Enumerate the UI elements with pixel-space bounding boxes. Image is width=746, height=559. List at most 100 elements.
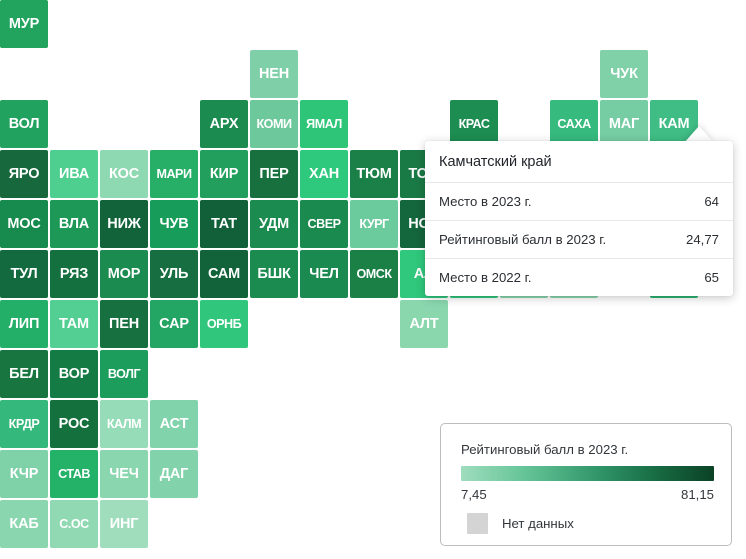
map-tile-label: УДМ bbox=[258, 215, 290, 232]
map-tile[interactable]: КОС bbox=[100, 150, 148, 198]
map-tile[interactable]: ЯМАЛ bbox=[300, 100, 348, 148]
map-tile-label: МОС bbox=[7, 215, 41, 232]
map-tile-label: ТЮМ bbox=[356, 165, 392, 182]
tooltip-row: Место в 2022 г. 65 bbox=[425, 259, 733, 296]
map-tile[interactable]: АСТ bbox=[150, 400, 198, 448]
tooltip-row-key: Место в 2022 г. bbox=[439, 270, 532, 285]
map-tile[interactable]: НИЖ bbox=[100, 200, 148, 248]
map-tile-label: БШК bbox=[257, 265, 291, 282]
map-tile[interactable]: КУРГ bbox=[350, 200, 398, 248]
map-tile[interactable]: МАРИ bbox=[150, 150, 198, 198]
tooltip-rows: Место в 2023 г. 64 Рейтинговый балл в 2023… bbox=[425, 183, 733, 296]
map-tile[interactable]: ЧУВ bbox=[150, 200, 198, 248]
tooltip-title: Камчатский край bbox=[425, 141, 733, 183]
map-tile[interactable]: РОС bbox=[50, 400, 98, 448]
map-tile-label: САХА bbox=[557, 116, 591, 131]
map-tile[interactable]: КИР bbox=[200, 150, 248, 198]
map-tile-label: СТАВ bbox=[58, 466, 90, 481]
map-tile-label: МОР bbox=[107, 265, 141, 282]
map-tile[interactable]: ВОЛГ bbox=[100, 350, 148, 398]
map-tile-label: ТУЛ bbox=[10, 265, 38, 282]
map-tile-label: НИЖ bbox=[107, 215, 141, 232]
map-tile-label: С.ОС bbox=[59, 516, 89, 531]
legend-no-data-row: Нет данных bbox=[461, 513, 711, 534]
map-tile[interactable]: СТАВ bbox=[50, 450, 98, 498]
map-tile[interactable]: ТУЛ bbox=[0, 250, 48, 298]
map-tile[interactable]: КЧР bbox=[0, 450, 48, 498]
map-tile[interactable]: ТАМ bbox=[50, 300, 98, 348]
map-tile[interactable]: ЧЕЛ bbox=[300, 250, 348, 298]
map-tile[interactable]: БЕЛ bbox=[0, 350, 48, 398]
map-tile[interactable]: ДАГ bbox=[150, 450, 198, 498]
map-tile-label: ЧУК bbox=[610, 65, 638, 82]
map-tile[interactable]: НЕН bbox=[250, 50, 298, 98]
map-tile-label: ВЛА bbox=[58, 215, 90, 232]
map-tile[interactable]: ПЕН bbox=[100, 300, 148, 348]
map-tile-label: ТАТ bbox=[211, 215, 237, 232]
map-tile-label: ЧЕЛ bbox=[309, 265, 339, 282]
map-tile-label: САМ bbox=[207, 265, 241, 282]
map-tile[interactable]: УДМ bbox=[250, 200, 298, 248]
map-tile-label: КРДР bbox=[8, 416, 40, 431]
map-tile[interactable]: РЯЗ bbox=[50, 250, 98, 298]
map-tile[interactable]: ОМСК bbox=[350, 250, 398, 298]
legend-no-data-label: Нет данных bbox=[502, 516, 574, 531]
map-tile[interactable]: ЯРО bbox=[0, 150, 48, 198]
map-tile[interactable]: ОРНБ bbox=[200, 300, 248, 348]
map-tile[interactable]: АРХ bbox=[200, 100, 248, 148]
legend-title: Рейтинговый балл в 2023 г. bbox=[461, 442, 629, 457]
map-tile-label: РОС bbox=[58, 415, 90, 432]
map-tile-label: БЕЛ bbox=[9, 365, 39, 382]
map-tile[interactable]: ПЕР bbox=[250, 150, 298, 198]
map-tile-label: СВЕР bbox=[307, 216, 342, 231]
map-tile[interactable]: С.ОС bbox=[50, 500, 98, 548]
legend-panel: Рейтинговый балл в 2023 г. 7,45 81,15 Не… bbox=[440, 423, 732, 546]
map-tile-label: ЛИП bbox=[8, 315, 40, 332]
map-tile[interactable]: ХАН bbox=[300, 150, 348, 198]
map-tile-label: МУР bbox=[8, 15, 40, 32]
map-tile[interactable]: САР bbox=[150, 300, 198, 348]
map-tile[interactable]: ВОЛ bbox=[0, 100, 48, 148]
tooltip-row: Рейтинговый балл в 2023 г. 24,77 bbox=[425, 221, 733, 259]
map-tile[interactable]: ТАТ bbox=[200, 200, 248, 248]
map-tile[interactable]: ТЮМ bbox=[350, 150, 398, 198]
map-tile[interactable]: КОМИ bbox=[250, 100, 298, 148]
map-tile[interactable]: КАЛМ bbox=[100, 400, 148, 448]
map-tile-label: ПЕН bbox=[109, 315, 139, 332]
map-tile-label: ИВА bbox=[58, 165, 90, 182]
map-tile[interactable]: МОС bbox=[0, 200, 48, 248]
map-tile[interactable]: САМ bbox=[200, 250, 248, 298]
map-tile-label: САР bbox=[159, 315, 189, 332]
map-tile-label: РЯЗ bbox=[59, 265, 89, 282]
map-tile-label: УЛЬ bbox=[159, 265, 189, 282]
map-tile[interactable]: МУР bbox=[0, 0, 48, 48]
map-tile-label: ИНГ bbox=[109, 515, 139, 532]
map-tile-label: ВОЛГ bbox=[107, 366, 141, 381]
map-tile-label: КОС bbox=[108, 165, 139, 182]
map-tile[interactable]: СВЕР bbox=[300, 200, 348, 248]
map-tile[interactable]: ВОР bbox=[50, 350, 98, 398]
map-tile-label: АСТ bbox=[159, 415, 189, 432]
map-tile-label: КОМИ bbox=[256, 116, 292, 131]
map-tile[interactable]: ВЛА bbox=[50, 200, 98, 248]
legend-min-value: 7,45 bbox=[461, 487, 487, 502]
map-tile-label: ОРНБ bbox=[206, 316, 242, 331]
map-tile[interactable]: АЛТ bbox=[400, 300, 448, 348]
map-tile[interactable]: ИНГ bbox=[100, 500, 148, 548]
map-tile[interactable]: УЛЬ bbox=[150, 250, 198, 298]
map-tile-label: ВОР bbox=[58, 365, 90, 382]
map-tile[interactable]: БШК bbox=[250, 250, 298, 298]
map-tile[interactable]: КАБ bbox=[0, 500, 48, 548]
map-tile-label: КЧР bbox=[9, 465, 39, 482]
map-tile[interactable]: ЧУК bbox=[600, 50, 648, 98]
map-tile-label: ЯМАЛ bbox=[306, 116, 342, 131]
map-tile-label: ТАМ bbox=[59, 315, 89, 332]
map-tile-label: АРХ bbox=[209, 115, 239, 132]
tooltip-row-key: Рейтинговый балл в 2023 г. bbox=[439, 232, 607, 247]
map-tile[interactable]: ИВА bbox=[50, 150, 98, 198]
map-tile[interactable]: КРДР bbox=[0, 400, 48, 448]
map-tile[interactable]: ЛИП bbox=[0, 300, 48, 348]
map-tile[interactable]: ЧЕЧ bbox=[100, 450, 148, 498]
map-tile-label: НЕН bbox=[258, 65, 289, 82]
map-tile[interactable]: МОР bbox=[100, 250, 148, 298]
